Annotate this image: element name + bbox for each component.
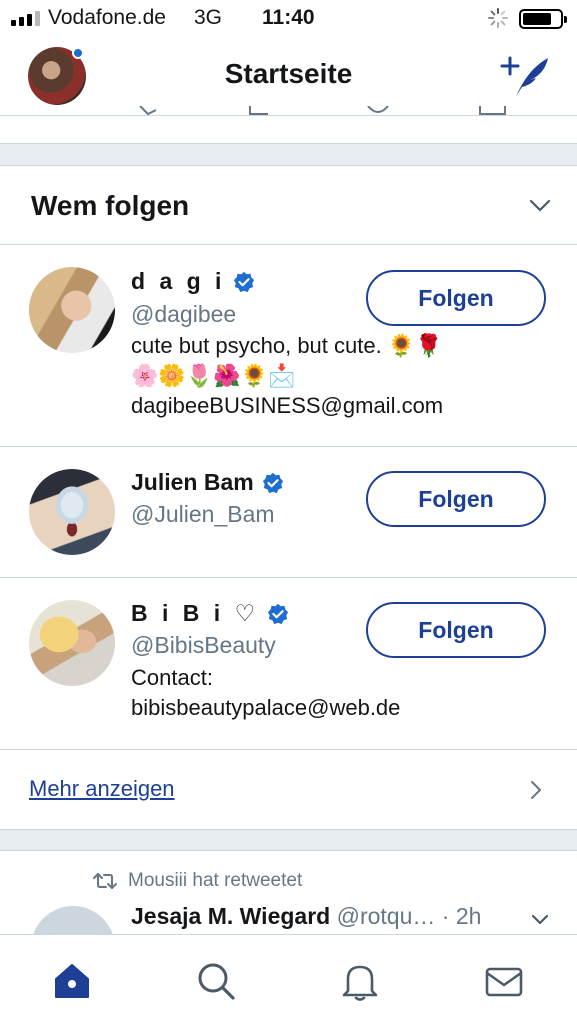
- tweet-author-line[interactable]: Jesaja M. Wiegard @rotqu… · 2h: [131, 903, 481, 930]
- user-handle: @dagibee: [131, 301, 237, 327]
- user-name-row[interactable]: Julien Bam: [131, 469, 284, 496]
- bio-line: cute but psycho, but cute. 🌻🌹: [131, 333, 443, 358]
- bottom-tab-bar: [0, 934, 577, 1024]
- user-name: d a g i: [131, 268, 226, 294]
- status-bar: Vodafone.de 3G 11:40: [0, 0, 577, 38]
- user-handle: @BibisBeauty: [131, 632, 276, 658]
- user-avatar[interactable]: [29, 267, 115, 353]
- follow-button[interactable]: Folgen: [366, 602, 546, 658]
- chevron-right-icon: [531, 781, 541, 799]
- user-name-row[interactable]: B i B i ♡: [131, 600, 289, 627]
- signal-strength-icon: [11, 11, 40, 26]
- user-handle: @Julien_Bam: [131, 501, 275, 527]
- section-separator: [0, 143, 577, 166]
- page-title: Startseite: [224, 58, 353, 89]
- suggested-user-card[interactable]: Julien Bam @Julien_Bam Folgen: [0, 447, 577, 578]
- section-separator: [0, 829, 577, 851]
- bio-line: dagibeeBUSINESS@gmail.com: [131, 393, 444, 418]
- user-bio: Contact: bibisbeautypalace@web.de: [131, 663, 551, 723]
- battery-icon: [519, 9, 567, 29]
- tweet-author-name: Jesaja M. Wiegard: [131, 903, 331, 929]
- activity-spinner-icon: [488, 8, 508, 28]
- who-to-follow-header[interactable]: Wem folgen: [0, 165, 577, 245]
- top-app-bar: Startseite: [0, 38, 577, 116]
- chevron-down-icon[interactable]: [528, 195, 552, 215]
- messages-icon[interactable]: [484, 961, 524, 1001]
- home-icon[interactable]: [52, 961, 92, 1001]
- retweet-icon: [93, 873, 117, 889]
- carrier-label: Vodafone.de: [48, 6, 166, 29]
- show-more-row[interactable]: Mehr anzeigen: [0, 750, 577, 830]
- tweet-time: · 2h: [441, 903, 482, 929]
- clock: 11:40: [262, 6, 315, 29]
- suggested-user-card[interactable]: B i B i ♡ @BibisBeauty Contact: bibisbea…: [0, 578, 577, 750]
- retweet-label: Mousiii hat retweetet: [128, 870, 303, 891]
- verified-badge-icon: [234, 271, 255, 292]
- network-type: 3G: [194, 6, 223, 29]
- bio-line: 🌸🌼🌷🌺🌻📩: [131, 363, 296, 388]
- user-avatar[interactable]: [29, 600, 115, 686]
- user-avatar[interactable]: [29, 469, 115, 555]
- user-name-row[interactable]: d a g i: [131, 268, 255, 295]
- previous-tweet-actions-peek: [139, 106, 506, 116]
- compose-tweet-icon[interactable]: [500, 54, 552, 98]
- bio-line: Contact:: [131, 665, 213, 690]
- suggested-user-card[interactable]: d a g i @dagibee cute but psycho, but cu…: [0, 246, 577, 447]
- verified-badge-icon: [262, 472, 283, 493]
- follow-button[interactable]: Folgen: [366, 471, 546, 527]
- search-icon[interactable]: [196, 961, 236, 1001]
- tweet-menu-chevron-icon[interactable]: [530, 912, 550, 928]
- user-name: Julien Bam: [131, 469, 254, 495]
- user-bio: cute but psycho, but cute. 🌻🌹 🌸🌼🌷🌺🌻📩 dag…: [131, 331, 551, 421]
- show-more-link[interactable]: Mehr anzeigen: [29, 776, 175, 802]
- section-title: Wem folgen: [31, 190, 190, 221]
- retweet-context: Mousiii hat retweetet: [92, 870, 302, 892]
- tweet-author-handle: @rotqu…: [336, 903, 436, 929]
- notifications-icon[interactable]: [340, 961, 380, 1001]
- user-name: B i B i ♡: [131, 600, 260, 626]
- verified-badge-icon: [268, 603, 289, 624]
- bio-line: bibisbeautypalace@web.de: [131, 695, 401, 720]
- follow-button[interactable]: Folgen: [366, 270, 546, 326]
